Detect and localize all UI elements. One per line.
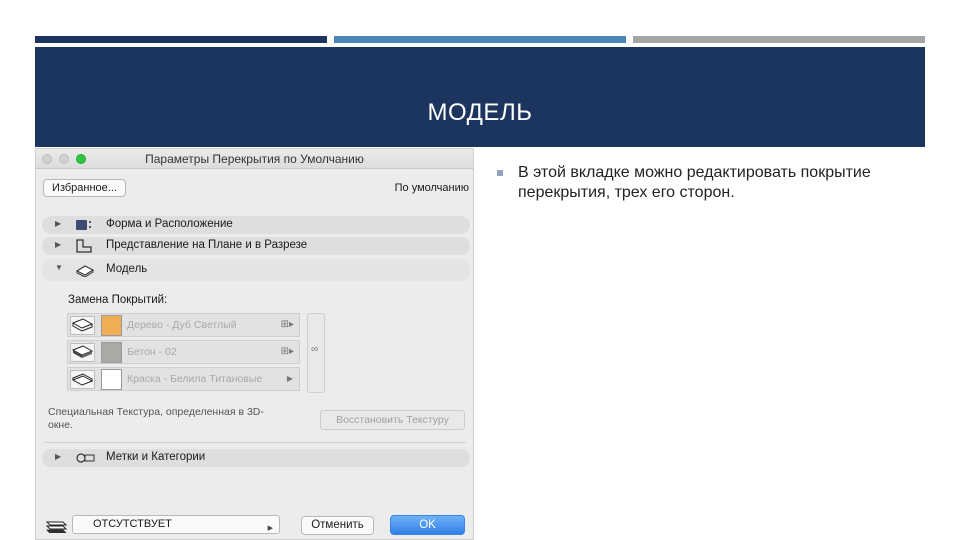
section-label: Представление на Плане и в Разрезе — [106, 239, 308, 251]
header-stripe-dark-blue — [35, 36, 327, 43]
model-surface-icon — [75, 265, 95, 277]
material-swatch[interactable] — [101, 315, 122, 336]
bullet-marker — [497, 170, 503, 176]
material-picker-icon[interactable]: ⊞▸ — [281, 346, 294, 357]
layer-select-value: ОТСУТСТВУЕТ — [93, 518, 172, 530]
layer-select[interactable]: ОТСУТСТВУЕТ ▶ — [72, 515, 280, 534]
header-stripe-blue — [334, 36, 626, 43]
ok-button[interactable]: OK — [390, 515, 465, 535]
material-name: Дерево - Дуб Светлый — [127, 319, 237, 331]
divider — [44, 442, 466, 443]
expand-arrow-icon: ▶ — [55, 219, 62, 228]
chevron-right-icon: ▶ — [267, 525, 273, 532]
bullet-list: В этой вкладке можно редактировать покры… — [497, 163, 917, 203]
cancel-button[interactable]: Отменить — [301, 516, 374, 535]
material-swatch[interactable] — [101, 342, 122, 363]
slab-shape-icon — [76, 220, 91, 230]
top-face-button[interactable] — [70, 316, 95, 335]
material-name: Бетон - 02 — [127, 346, 177, 358]
texture-note: Специальная Текстура, определенная в 3D-… — [48, 406, 264, 431]
material-row-top[interactable]: Дерево - Дуб Светлый ⊞▸ — [67, 313, 300, 337]
surface-override-label: Замена Покрытий: — [68, 294, 168, 306]
slab-settings-dialog: Параметры Перекрытия по Умолчанию Избран… — [35, 148, 474, 540]
section-label: Метки и Категории — [106, 451, 206, 463]
expand-arrow-icon: ▶ — [55, 240, 62, 249]
material-picker-icon[interactable]: ⊞▸ — [281, 319, 294, 330]
tag-label-icon — [76, 453, 95, 463]
material-swatch[interactable] — [101, 369, 122, 390]
title-band: МОДЕЛЬ — [35, 47, 925, 147]
chevron-right-icon[interactable]: ▶ — [287, 374, 293, 383]
dialog-titlebar: Параметры Перекрытия по Умолчанию — [36, 149, 473, 169]
section-floor-plan[interactable]: ▶ Представление на Плане и в Разрезе — [42, 237, 470, 255]
section-model[interactable]: ▼ Модель — [42, 259, 470, 281]
chain-link-icon: ∞ — [311, 344, 319, 355]
slab-top-face-icon — [71, 318, 94, 332]
dialog-title: Параметры Перекрытия по Умолчанию — [145, 152, 364, 166]
expand-arrow-icon: ▶ — [55, 452, 62, 461]
slab-side-face-icon — [71, 345, 94, 358]
layers-icon — [45, 521, 68, 533]
slab-bottom-face-icon — [71, 373, 94, 386]
side-face-button[interactable] — [70, 343, 95, 362]
material-row-bottom[interactable]: Краска - Белила Титановые ▶ — [67, 367, 300, 391]
default-label: По умолчанию — [394, 182, 469, 194]
favorites-button[interactable]: Избранное... — [43, 179, 126, 197]
bottom-face-button[interactable] — [70, 370, 95, 389]
slide-title: МОДЕЛЬ — [427, 99, 533, 126]
bullet-text: В этой вкладке можно редактировать покры… — [518, 164, 871, 201]
section-label: Модель — [106, 263, 148, 275]
header-stripe-gray — [633, 36, 925, 43]
section-tags[interactable]: ▶ Метки и Категории — [42, 449, 470, 467]
collapse-arrow-icon: ▼ — [55, 263, 63, 272]
section-label: Форма и Расположение — [106, 218, 233, 230]
material-row-side[interactable]: Бетон - 02 ⊞▸ — [67, 340, 300, 364]
chain-link-toggle[interactable]: ∞ — [307, 313, 325, 393]
floor-plan-icon — [76, 239, 92, 253]
material-name: Краска - Белила Титановые — [127, 373, 263, 385]
restore-texture-button[interactable]: Восстановить Текстуру — [320, 410, 465, 430]
section-geometry[interactable]: ▶ Форма и Расположение — [42, 216, 470, 234]
